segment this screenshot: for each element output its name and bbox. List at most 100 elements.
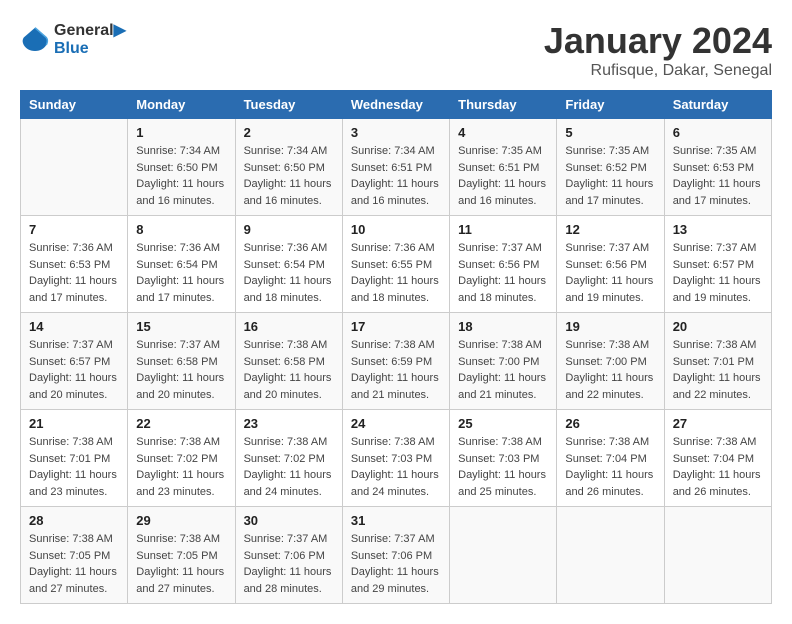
day-info: Sunrise: 7:38 AMSunset: 7:01 PMDaylight:…	[29, 434, 119, 500]
calendar-cell: 1Sunrise: 7:34 AMSunset: 6:50 PMDaylight…	[128, 119, 235, 216]
location-subtitle: Rufisque, Dakar, Senegal	[544, 62, 772, 80]
day-info: Sunrise: 7:38 AMSunset: 7:05 PMDaylight:…	[29, 531, 119, 597]
day-info: Sunrise: 7:38 AMSunset: 7:02 PMDaylight:…	[136, 434, 226, 500]
weekday-header-friday: Friday	[557, 91, 664, 119]
day-info: Sunrise: 7:37 AMSunset: 6:57 PMDaylight:…	[673, 240, 763, 306]
day-number: 29	[136, 513, 226, 528]
week-row-1: 1Sunrise: 7:34 AMSunset: 6:50 PMDaylight…	[21, 119, 772, 216]
calendar-cell: 18Sunrise: 7:38 AMSunset: 7:00 PMDayligh…	[450, 313, 557, 410]
day-number: 9	[244, 222, 334, 237]
weekday-header-thursday: Thursday	[450, 91, 557, 119]
calendar-cell: 7 Sunrise: 7:36 AMSunset: 6:53 PMDaylight…	[21, 216, 128, 313]
day-number: 13	[673, 222, 763, 237]
title-block: January 2024 Rufisque, Dakar, Senegal	[544, 20, 772, 80]
calendar-cell: 14 Sunrise: 7:37 AMSunset: 6:57 PMDayligh…	[21, 313, 128, 410]
day-info: Sunrise: 7:38 AMSunset: 7:01 PMDaylight:…	[673, 337, 763, 403]
calendar-cell: 29 Sunrise: 7:38 AMSunset: 7:05 PMDayligh…	[128, 507, 235, 604]
calendar-cell: 3 Sunrise: 7:34 AMSunset: 6:51 PMDaylight…	[342, 119, 449, 216]
calendar-cell: 31 Sunrise: 7:37 AMSunset: 7:06 PMDayligh…	[342, 507, 449, 604]
month-title: January 2024	[544, 20, 772, 62]
day-info: Sunrise: 7:37 AMSunset: 7:06 PMDaylight:…	[351, 531, 441, 597]
calendar-cell: 16Sunrise: 7:38 AMSunset: 6:58 PMDayligh…	[235, 313, 342, 410]
weekday-header-sunday: Sunday	[21, 91, 128, 119]
day-number: 18	[458, 319, 548, 334]
calendar-cell: 26 Sunrise: 7:38 AMSunset: 7:04 PMDayligh…	[557, 410, 664, 507]
calendar-cell: 5 Sunrise: 7:35 AMSunset: 6:52 PMDaylight…	[557, 119, 664, 216]
day-info: Sunrise: 7:38 AMSunset: 7:03 PMDaylight:…	[458, 434, 548, 500]
day-number: 20	[673, 319, 763, 334]
day-number: 3	[351, 125, 441, 140]
day-number: 15	[136, 319, 226, 334]
calendar-table: SundayMondayTuesdayWednesdayThursdayFrid…	[20, 90, 772, 604]
calendar-cell: 23 Sunrise: 7:38 AMSunset: 7:02 PMDayligh…	[235, 410, 342, 507]
day-number: 5	[565, 125, 655, 140]
week-row-5: 28 Sunrise: 7:38 AMSunset: 7:05 PMDayligh…	[21, 507, 772, 604]
day-number: 17	[351, 319, 441, 334]
day-info: Sunrise: 7:34 AMSunset: 6:51 PMDaylight:…	[351, 143, 441, 209]
calendar-cell: 9 Sunrise: 7:36 AMSunset: 6:54 PMDaylight…	[235, 216, 342, 313]
calendar-cell	[450, 507, 557, 604]
day-number: 16	[244, 319, 334, 334]
day-info: Sunrise: 7:38 AMSunset: 7:02 PMDaylight:…	[244, 434, 334, 500]
logo-text: General▶ Blue	[54, 20, 126, 58]
day-number: 27	[673, 416, 763, 431]
calendar-cell: 4Sunrise: 7:35 AMSunset: 6:51 PMDaylight…	[450, 119, 557, 216]
calendar-cell	[557, 507, 664, 604]
day-info: Sunrise: 7:36 AMSunset: 6:54 PMDaylight:…	[244, 240, 334, 306]
calendar-cell: 6 Sunrise: 7:35 AMSunset: 6:53 PMDaylight…	[664, 119, 771, 216]
day-number: 2	[244, 125, 334, 140]
calendar-cell: 15Sunrise: 7:37 AMSunset: 6:58 PMDayligh…	[128, 313, 235, 410]
day-number: 31	[351, 513, 441, 528]
calendar-cell	[21, 119, 128, 216]
calendar-cell: 28 Sunrise: 7:38 AMSunset: 7:05 PMDayligh…	[21, 507, 128, 604]
page-header: General▶ Blue January 2024 Rufisque, Dak…	[20, 20, 772, 80]
day-number: 24	[351, 416, 441, 431]
weekday-header-row: SundayMondayTuesdayWednesdayThursdayFrid…	[21, 91, 772, 119]
week-row-2: 7 Sunrise: 7:36 AMSunset: 6:53 PMDaylight…	[21, 216, 772, 313]
day-number: 22	[136, 416, 226, 431]
day-info: Sunrise: 7:35 AMSunset: 6:53 PMDaylight:…	[673, 143, 763, 209]
day-info: Sunrise: 7:38 AMSunset: 7:05 PMDaylight:…	[136, 531, 226, 597]
calendar-cell: 17 Sunrise: 7:38 AMSunset: 6:59 PMDayligh…	[342, 313, 449, 410]
calendar-cell: 25Sunrise: 7:38 AMSunset: 7:03 PMDayligh…	[450, 410, 557, 507]
day-info: Sunrise: 7:37 AMSunset: 6:56 PMDaylight:…	[565, 240, 655, 306]
day-number: 21	[29, 416, 119, 431]
calendar-cell: 12 Sunrise: 7:37 AMSunset: 6:56 PMDayligh…	[557, 216, 664, 313]
day-number: 12	[565, 222, 655, 237]
calendar-cell: 19 Sunrise: 7:38 AMSunset: 7:00 PMDayligh…	[557, 313, 664, 410]
day-number: 30	[244, 513, 334, 528]
calendar-cell: 20 Sunrise: 7:38 AMSunset: 7:01 PMDayligh…	[664, 313, 771, 410]
weekday-header-tuesday: Tuesday	[235, 91, 342, 119]
day-info: Sunrise: 7:38 AMSunset: 7:00 PMDaylight:…	[565, 337, 655, 403]
day-number: 6	[673, 125, 763, 140]
weekday-header-wednesday: Wednesday	[342, 91, 449, 119]
day-number: 28	[29, 513, 119, 528]
calendar-cell: 13 Sunrise: 7:37 AMSunset: 6:57 PMDayligh…	[664, 216, 771, 313]
day-number: 23	[244, 416, 334, 431]
day-info: Sunrise: 7:38 AMSunset: 7:04 PMDaylight:…	[565, 434, 655, 500]
day-number: 19	[565, 319, 655, 334]
calendar-cell: 11Sunrise: 7:37 AMSunset: 6:56 PMDayligh…	[450, 216, 557, 313]
calendar-cell: 27 Sunrise: 7:38 AMSunset: 7:04 PMDayligh…	[664, 410, 771, 507]
day-info: Sunrise: 7:36 AMSunset: 6:54 PMDaylight:…	[136, 240, 226, 306]
day-info: Sunrise: 7:38 AMSunset: 6:59 PMDaylight:…	[351, 337, 441, 403]
day-number: 7	[29, 222, 119, 237]
calendar-cell: 21 Sunrise: 7:38 AMSunset: 7:01 PMDayligh…	[21, 410, 128, 507]
day-number: 14	[29, 319, 119, 334]
calendar-cell: 30 Sunrise: 7:37 AMSunset: 7:06 PMDayligh…	[235, 507, 342, 604]
weekday-header-saturday: Saturday	[664, 91, 771, 119]
day-info: Sunrise: 7:37 AMSunset: 6:57 PMDaylight:…	[29, 337, 119, 403]
day-info: Sunrise: 7:36 AMSunset: 6:55 PMDaylight:…	[351, 240, 441, 306]
calendar-cell: 22 Sunrise: 7:38 AMSunset: 7:02 PMDayligh…	[128, 410, 235, 507]
day-info: Sunrise: 7:34 AMSunset: 6:50 PMDaylight:…	[136, 143, 226, 209]
day-info: Sunrise: 7:38 AMSunset: 7:04 PMDaylight:…	[673, 434, 763, 500]
calendar-cell: 10 Sunrise: 7:36 AMSunset: 6:55 PMDayligh…	[342, 216, 449, 313]
day-info: Sunrise: 7:37 AMSunset: 6:56 PMDaylight:…	[458, 240, 548, 306]
day-info: Sunrise: 7:36 AMSunset: 6:53 PMDaylight:…	[29, 240, 119, 306]
day-info: Sunrise: 7:37 AMSunset: 7:06 PMDaylight:…	[244, 531, 334, 597]
day-number: 10	[351, 222, 441, 237]
day-info: Sunrise: 7:35 AMSunset: 6:52 PMDaylight:…	[565, 143, 655, 209]
week-row-4: 21 Sunrise: 7:38 AMSunset: 7:01 PMDayligh…	[21, 410, 772, 507]
weekday-header-monday: Monday	[128, 91, 235, 119]
day-number: 26	[565, 416, 655, 431]
